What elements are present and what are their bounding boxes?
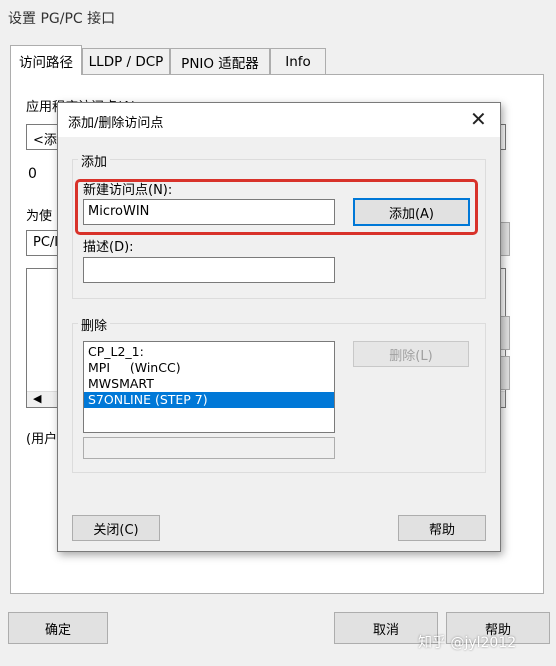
close-button-label: 关闭(C) [93,522,139,538]
list-item[interactable]: MWSMART [84,376,334,392]
tab-lldp-dcp[interactable]: LLDP / DCP [82,48,170,74]
tab-info[interactable]: Info [270,48,326,74]
close-icon[interactable]: ✕ [470,107,487,131]
list-status-bar [83,437,335,459]
dialog-titlebar: 添加/删除访问点 ✕ [58,103,500,137]
dialog-title: 添加/删除访问点 [68,116,164,131]
access-point-list[interactable]: CP_L2_1: MPI (WinCC) MWSMART S7ONLINE (S… [83,341,335,433]
delete-button-label: 删除(L) [389,348,433,364]
tab-pnio-adapter[interactable]: PNIO 适配器 [170,48,270,74]
add-remove-dialog: 添加/删除访问点 ✕ 添加 新建访问点(N): MicroWIN 添加(A) 描… [57,102,501,552]
tab-access-path-label: 访问路径 [19,54,73,71]
cancel-button-label: 取消 [372,622,399,638]
used-label: 为使 [26,209,53,224]
tab-lldp-dcp-label: LLDP / DCP [88,53,164,70]
description-label: 描述(D): [83,240,134,255]
interface-value: PC/I [33,235,59,250]
dialog-help-button[interactable]: 帮助 [398,515,486,541]
main-window-title: 设置 PG/PC 接口 [8,11,116,27]
tab-access-path[interactable]: 访问路径 [10,45,82,75]
tab-info-label: Info [285,53,311,70]
scroll-left-icon[interactable]: ◀ [33,392,41,405]
list-item[interactable]: MPI (WinCC) [84,360,334,376]
add-group-label: 添加 [78,151,111,170]
delete-button[interactable]: 删除(L) [353,341,469,367]
side-label: (用户 [26,432,58,447]
count-value: 0 [28,166,37,182]
close-button[interactable]: 关闭(C) [72,515,160,541]
ok-button[interactable]: 确定 [8,612,108,644]
description-field[interactable] [83,257,335,283]
delete-group-label: 删除 [78,315,111,334]
dialog-help-button-label: 帮助 [428,522,455,538]
tab-pnio-adapter-label: PNIO 适配器 [181,55,259,72]
list-item[interactable]: CP_L2_1: [84,344,334,360]
watermark: 知乎 @jyl2012 [418,635,517,651]
app-access-value: <添 [33,133,57,148]
ok-button-label: 确定 [44,622,71,638]
highlight-box [75,179,478,235]
list-item-selected[interactable]: S7ONLINE (STEP 7) [84,392,334,408]
